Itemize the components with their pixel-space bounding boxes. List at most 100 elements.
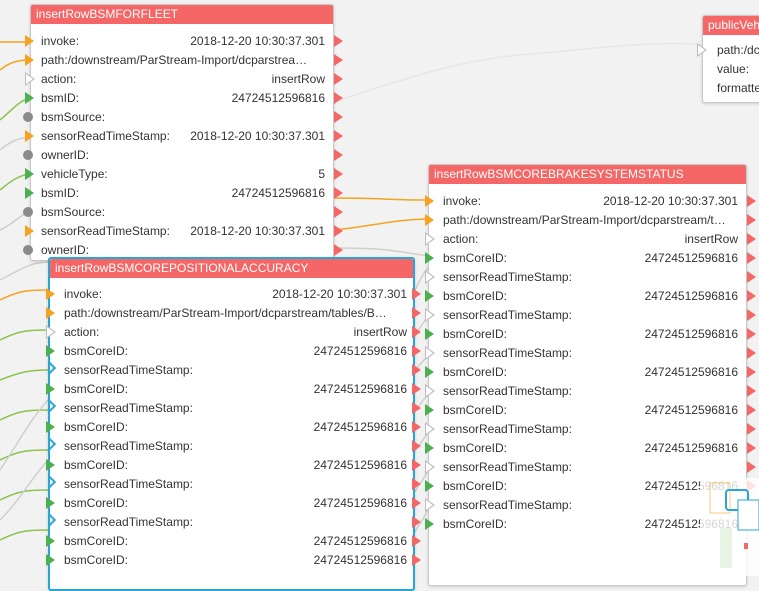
insert-row-bsm-core-positional-accuracy-node[interactable]: insertRowBSMCOREPOSITIONALACCURACY invok… (41, 257, 421, 591)
output-port-icon[interactable] (747, 290, 756, 302)
output-port-icon[interactable] (747, 423, 756, 435)
row-label: bsmID: (41, 186, 80, 200)
value-input-port-icon[interactable] (425, 518, 434, 530)
output-port-icon[interactable] (412, 345, 421, 357)
output-port-icon[interactable] (412, 535, 421, 547)
output-port-icon[interactable] (747, 252, 756, 264)
value-input-port-icon[interactable] (25, 92, 34, 104)
output-port-icon[interactable] (334, 168, 343, 180)
input-port-icon[interactable] (425, 422, 435, 436)
node-title[interactable]: insertRowBSMFORFLEET (31, 5, 333, 24)
value-input-port-icon[interactable] (425, 480, 434, 492)
output-port-icon[interactable] (334, 73, 343, 85)
output-port-icon[interactable] (747, 233, 756, 245)
input-port-icon[interactable] (425, 270, 435, 284)
output-port-icon[interactable] (412, 516, 421, 528)
output-port-icon[interactable] (412, 402, 421, 414)
trigger-input-port-icon[interactable] (46, 307, 55, 319)
row-label: path:/dc (717, 43, 759, 57)
value-input-port-icon[interactable] (46, 497, 55, 509)
input-port-icon[interactable] (425, 232, 435, 246)
output-port-icon[interactable] (412, 459, 421, 471)
value-input-port-icon[interactable] (25, 187, 34, 199)
trigger-input-port-icon[interactable] (46, 288, 55, 300)
trigger-input-port-icon[interactable] (425, 214, 434, 226)
trigger-input-port-icon[interactable] (25, 225, 34, 237)
output-port-icon[interactable] (412, 383, 421, 395)
output-port-icon[interactable] (334, 206, 343, 218)
value-input-port-icon[interactable] (25, 168, 34, 180)
public-vehicle-node[interactable]: publicVeh path:/dc value: formatte (697, 15, 759, 103)
trigger-input-port-icon[interactable] (25, 130, 34, 142)
output-port-icon[interactable] (334, 225, 343, 237)
minimap[interactable] (700, 478, 759, 576)
value-input-port-icon[interactable] (46, 535, 55, 547)
node-title[interactable]: insertRowBSMCOREPOSITIONALACCURACY (50, 259, 413, 278)
output-port-icon[interactable] (412, 421, 421, 433)
node-title[interactable]: publicVeh (703, 16, 759, 35)
input-port-knob-icon[interactable] (23, 112, 33, 122)
value-input-port-icon[interactable] (425, 290, 434, 302)
input-port-icon[interactable] (425, 460, 435, 474)
row-label: sensorReadTimeStamp: (64, 477, 193, 491)
output-port-icon[interactable] (747, 442, 756, 454)
node-row: invoke: 2018-12-20 10:30:37.301 (46, 285, 421, 304)
value-input-port-icon[interactable] (46, 383, 55, 395)
value-input-port-icon[interactable] (46, 459, 55, 471)
value-input-port-icon[interactable] (46, 345, 55, 357)
output-port-icon[interactable] (412, 478, 421, 490)
output-port-icon[interactable] (747, 214, 756, 226)
output-port-icon[interactable] (747, 271, 756, 283)
output-port-icon[interactable] (412, 307, 421, 319)
node-row: sensorReadTimeStamp: (425, 458, 756, 477)
output-port-icon[interactable] (334, 54, 343, 66)
output-port-icon[interactable] (412, 326, 421, 338)
input-port-icon[interactable] (425, 346, 435, 360)
row-label: action: (41, 72, 77, 86)
value-input-port-icon[interactable] (425, 404, 434, 416)
output-port-icon[interactable] (747, 366, 756, 378)
input-port-icon[interactable] (425, 384, 435, 398)
output-port-icon[interactable] (412, 364, 421, 376)
output-port-icon[interactable] (334, 35, 343, 47)
output-port-icon[interactable] (334, 149, 343, 161)
node-row: bsmCoreID: 24724512596816 (425, 363, 756, 382)
output-port-icon[interactable] (334, 111, 343, 123)
input-port-icon[interactable] (425, 498, 435, 512)
output-port-icon[interactable] (747, 385, 756, 397)
row-label: sensorReadTimeStamp: (443, 270, 572, 284)
output-port-icon[interactable] (747, 347, 756, 359)
input-port-icon[interactable] (25, 72, 35, 86)
value-input-port-icon[interactable] (425, 442, 434, 454)
output-port-icon[interactable] (412, 288, 421, 300)
output-port-icon[interactable] (412, 440, 421, 452)
output-port-icon[interactable] (412, 497, 421, 509)
input-port-icon[interactable] (46, 325, 56, 339)
output-port-icon[interactable] (747, 309, 756, 321)
output-port-icon[interactable] (747, 195, 756, 207)
output-port-icon[interactable] (334, 244, 343, 256)
trigger-input-port-icon[interactable] (25, 35, 34, 47)
output-port-icon[interactable] (334, 130, 343, 142)
value-input-port-icon[interactable] (46, 421, 55, 433)
input-port-knob-icon[interactable] (23, 150, 33, 160)
value-input-port-icon[interactable] (425, 252, 434, 264)
input-port-knob-icon[interactable] (23, 207, 33, 217)
output-port-icon[interactable] (747, 328, 756, 340)
output-port-icon[interactable] (334, 92, 343, 104)
output-port-icon[interactable] (412, 554, 421, 566)
insert-row-bsm-for-fleet-node[interactable]: insertRowBSMFORFLEET invoke: 2018-12-20 1… (23, 4, 343, 261)
output-port-icon[interactable] (747, 461, 756, 473)
output-port-icon[interactable] (747, 404, 756, 416)
input-port-knob-icon[interactable] (23, 245, 33, 255)
input-port-icon[interactable] (425, 308, 435, 322)
node-title[interactable]: insertRowBSMCOREBRAKESYSTEMSTATUS (429, 165, 746, 184)
node-row: path:/downstream/ParStream-Import/dcpars… (25, 51, 343, 70)
value-input-port-icon[interactable] (425, 366, 434, 378)
trigger-input-port-icon[interactable] (25, 54, 34, 66)
input-port-icon[interactable] (697, 43, 707, 57)
output-port-icon[interactable] (334, 187, 343, 199)
value-input-port-icon[interactable] (46, 554, 55, 566)
trigger-input-port-icon[interactable] (425, 195, 434, 207)
value-input-port-icon[interactable] (425, 328, 434, 340)
